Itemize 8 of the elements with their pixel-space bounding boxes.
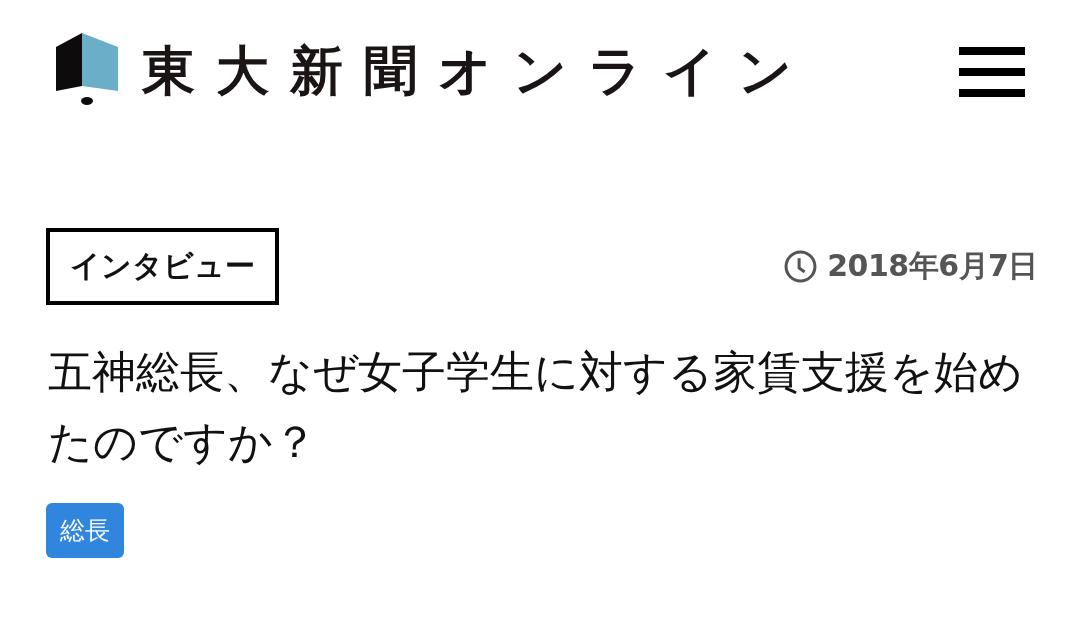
clock-icon	[784, 250, 818, 283]
menu-icon[interactable]	[959, 47, 1025, 97]
publish-date: 2018年6月7日	[827, 247, 1038, 285]
site-title[interactable]: 東大新聞オンライン	[142, 43, 813, 97]
logo-icon	[56, 33, 118, 105]
category-label[interactable]: インタビュー	[46, 228, 279, 305]
tag-chip[interactable]: 総長	[46, 503, 124, 558]
article-title[interactable]: 五神総長、なぜ女子学生に対する家賃支援を始めたのですか？	[48, 337, 1045, 477]
